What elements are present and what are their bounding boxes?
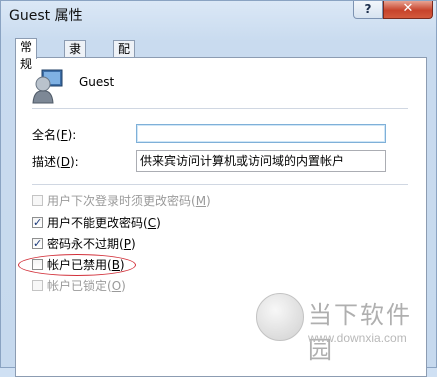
cannot-change-password-checkbox[interactable]: 用户不能更改密码(C) xyxy=(32,215,161,232)
properties-dialog: Guest 属性 ? ✕ 常规 隶属于 配置文件 Guest 全名(F): 描述… xyxy=(0,0,437,377)
checkbox-box[interactable] xyxy=(32,195,43,206)
must-change-password-checkbox[interactable]: 用户下次登录时须更改密码(M) xyxy=(32,194,211,210)
description-label: 描述(D): xyxy=(32,155,79,169)
highlight-oval xyxy=(18,254,136,276)
checkbox-box[interactable] xyxy=(32,280,43,291)
fullname-label: 全名(F): xyxy=(32,128,77,142)
site-watermark: 当下软件园 www.downxia.com xyxy=(256,293,436,364)
description-input[interactable]: 供来宾访问计算机或访问域的内置帐户 xyxy=(136,150,386,172)
watermark-text: 当下软件园 xyxy=(308,301,412,364)
tab-general[interactable]: 常规 xyxy=(15,38,38,71)
fullname-input[interactable] xyxy=(136,124,386,143)
window-title: Guest 属性 xyxy=(9,8,83,24)
checkbox-box[interactable] xyxy=(32,236,43,251)
password-never-expires-checkbox[interactable]: 密码永不过期(P) xyxy=(32,236,136,253)
close-button[interactable]: ✕ xyxy=(383,1,433,19)
divider xyxy=(32,108,408,109)
tab-member-of[interactable]: 隶属于 xyxy=(64,40,87,90)
watermark-url: www.downxia.com xyxy=(308,331,407,345)
watermark-logo-icon xyxy=(256,293,304,341)
divider xyxy=(32,184,408,185)
tab-profile[interactable]: 配置文件 xyxy=(113,40,136,107)
user-account-icon xyxy=(32,69,63,104)
account-name: Guest xyxy=(79,75,115,89)
help-button[interactable]: ? xyxy=(353,1,383,19)
account-locked-checkbox[interactable]: 帐户已锁定(O) xyxy=(32,279,126,295)
checkbox-box[interactable] xyxy=(32,215,43,230)
